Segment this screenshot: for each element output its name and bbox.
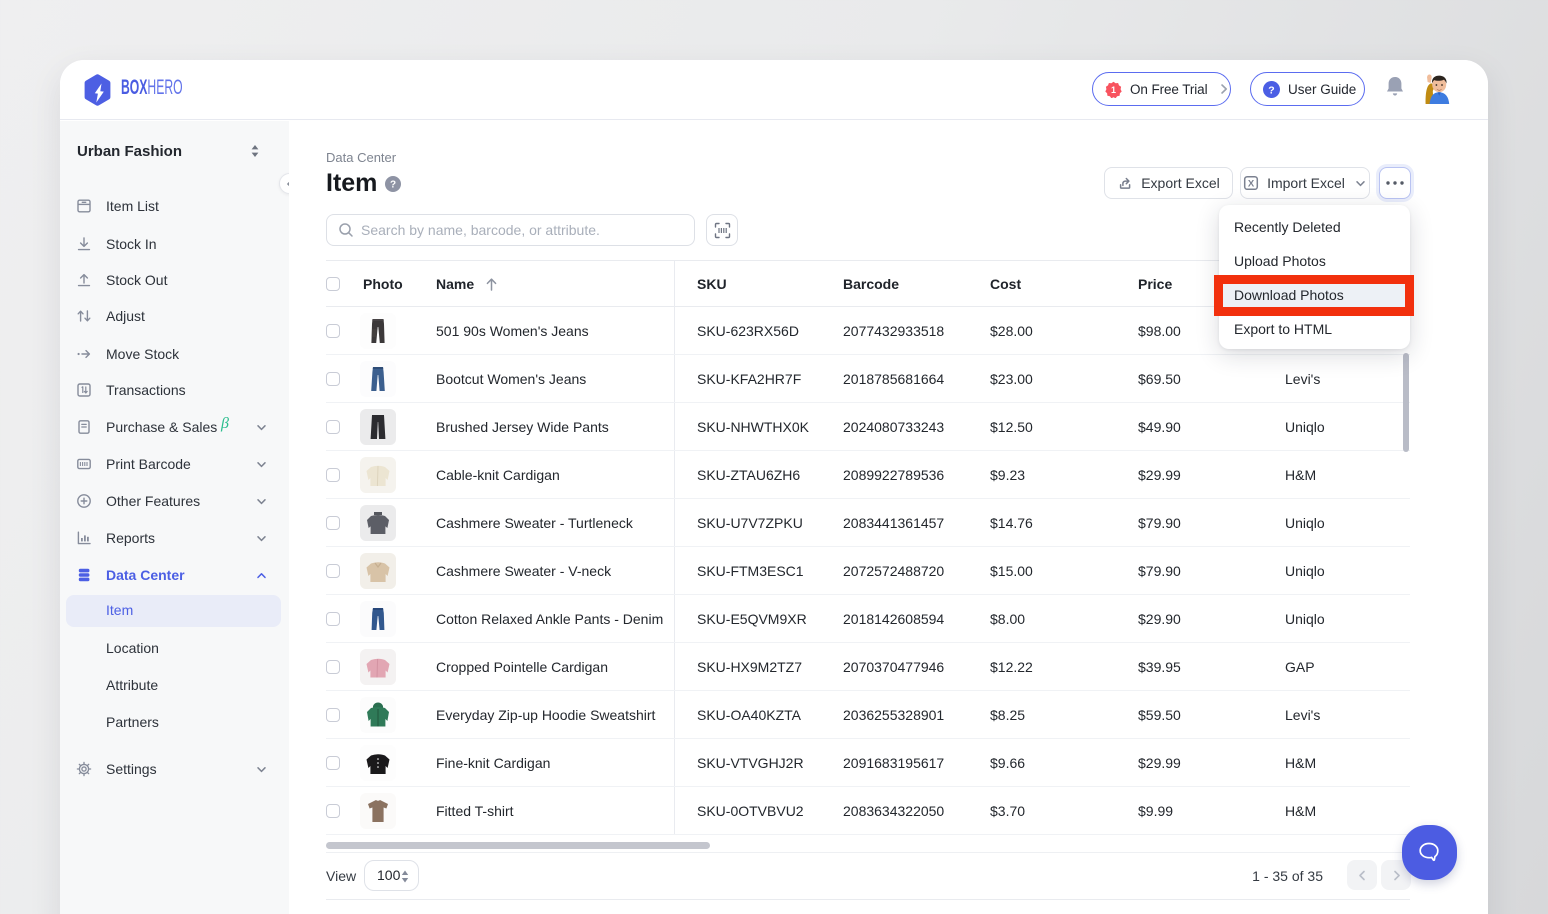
- svg-text:1: 1: [1111, 85, 1116, 95]
- svg-text:?: ?: [390, 180, 396, 191]
- svg-text:X: X: [1248, 179, 1255, 190]
- svg-text:?: ?: [1268, 84, 1274, 96]
